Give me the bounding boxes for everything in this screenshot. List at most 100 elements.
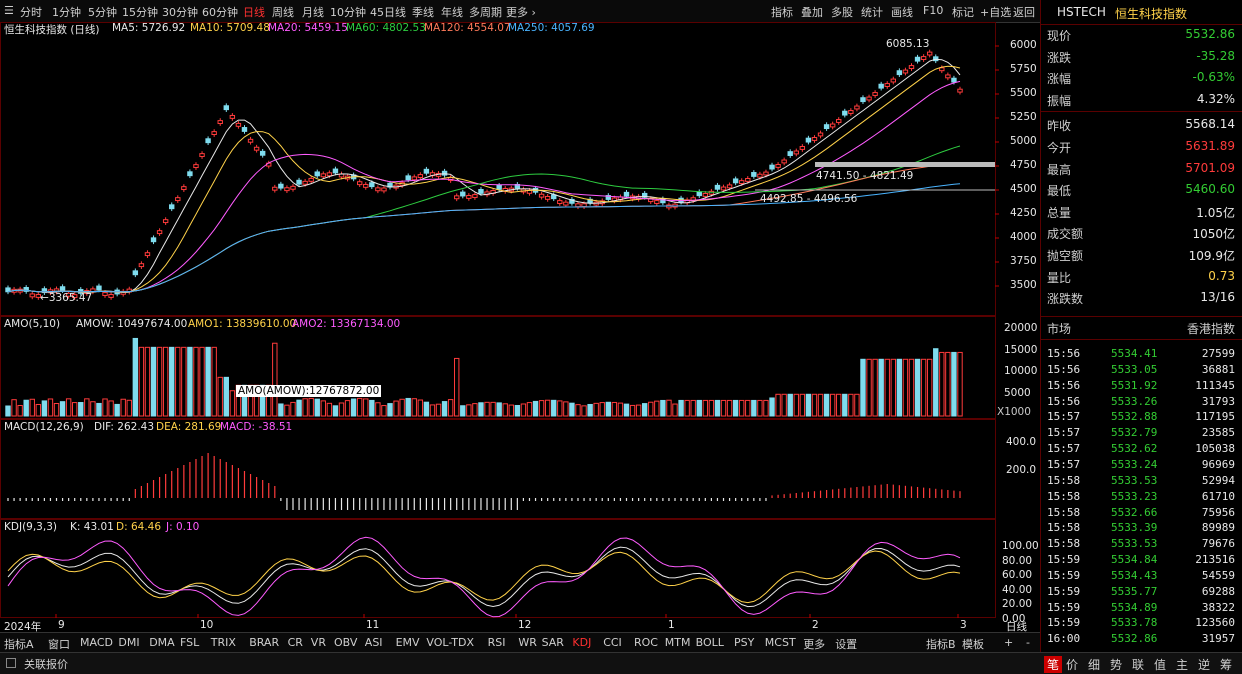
- amo-bar: [702, 399, 709, 417]
- indicator-tab[interactable]: BRAR: [249, 636, 279, 649]
- detail-tab[interactable]: 联: [1132, 656, 1144, 673]
- indicator-tab[interactable]: 更多: [803, 636, 825, 652]
- indicator-tab[interactable]: EMV: [396, 636, 420, 649]
- amo-bar: [53, 403, 60, 417]
- tick-time: 15:59: [1047, 584, 1081, 598]
- candle: [454, 195, 460, 200]
- indicator-tab[interactable]: DMA: [149, 636, 175, 649]
- tab-30min[interactable]: 30分钟: [162, 4, 198, 20]
- candle: [296, 179, 302, 185]
- indicator-button[interactable]: 指标: [771, 4, 793, 20]
- indicator-tab[interactable]: DMI: [118, 636, 139, 649]
- tab-10min[interactable]: 10分钟: [330, 4, 366, 20]
- indicator-tab[interactable]: MTM: [665, 636, 691, 649]
- low-annotation-value: 3365.47: [48, 292, 93, 304]
- indicator-right-tab[interactable]: 模板: [962, 636, 984, 652]
- amo-bar: [508, 404, 514, 417]
- add-watchlist-button[interactable]: +自选: [980, 4, 1011, 20]
- indicator-tab[interactable]: ASI: [365, 636, 383, 649]
- indicator-tab[interactable]: 设置: [835, 636, 857, 652]
- indicator-right-tab[interactable]: 指标B: [926, 636, 956, 652]
- tick-price: 5533.78: [1111, 616, 1158, 630]
- tab-quarterly[interactable]: 季线: [412, 4, 434, 20]
- tab-fenshi[interactable]: 分时: [20, 4, 42, 20]
- f10-button[interactable]: F10: [923, 4, 943, 17]
- detail-tab[interactable]: 筹: [1220, 656, 1232, 673]
- draw-line-button[interactable]: 画线: [891, 4, 913, 20]
- macd-value-label: MACD: -38.51: [220, 421, 293, 433]
- dif-label: DIF: 262.43: [94, 421, 155, 433]
- tab-daily[interactable]: 日线: [243, 4, 265, 20]
- zoom-in-icon[interactable]: +: [1004, 636, 1013, 649]
- tab-monthly[interactable]: 月线: [302, 4, 324, 20]
- quote-row-label: 最高: [1047, 162, 1072, 177]
- amo-bar: [65, 398, 72, 417]
- amo-bar: [781, 393, 787, 417]
- indicator-tab[interactable]: 指标A: [4, 636, 34, 652]
- indicator-tab[interactable]: KDJ: [572, 636, 591, 649]
- amo-bar: [745, 399, 751, 417]
- detail-tab[interactable]: 笔: [1044, 656, 1063, 673]
- amo-bar: [96, 402, 102, 417]
- tab-weekly[interactable]: 周线: [272, 4, 294, 20]
- mark-button[interactable]: 标记: [952, 4, 974, 20]
- indicator-tab[interactable]: CR: [288, 636, 303, 649]
- amo-bar: [150, 346, 157, 417]
- candle: [284, 187, 290, 192]
- detail-tab[interactable]: 值: [1154, 656, 1166, 673]
- indicator-tab[interactable]: BOLL: [696, 636, 724, 649]
- indicator-tab[interactable]: SAR: [542, 636, 564, 649]
- month-label: 10: [200, 619, 214, 631]
- indicator-tab[interactable]: MACD: [80, 636, 113, 649]
- amo-bar: [933, 348, 939, 417]
- indicator-tab[interactable]: PSY: [734, 636, 754, 649]
- indicator-tab[interactable]: TRIX: [211, 636, 236, 649]
- detail-tab[interactable]: 逆: [1198, 656, 1210, 673]
- tab-60min[interactable]: 60分钟: [202, 4, 238, 20]
- menu-icon[interactable]: ☰: [4, 4, 14, 17]
- kline-chart[interactable]: 恒生科技指数 (日线) MA5: 5726.92 MA10: 5709.48 M…: [0, 22, 1040, 633]
- detail-tab[interactable]: 势: [1110, 656, 1122, 673]
- quote-row-label: 今开: [1047, 141, 1072, 155]
- indicator-tab[interactable]: RSI: [488, 636, 506, 649]
- indicator-tab[interactable]: OBV: [334, 636, 357, 649]
- tab-45day[interactable]: 45日线: [370, 4, 406, 20]
- detail-tab[interactable]: 细: [1088, 656, 1100, 673]
- indicator-tab[interactable]: FSL: [180, 636, 199, 649]
- zoom-out-icon[interactable]: -: [1026, 636, 1030, 649]
- detail-tab[interactable]: 主: [1176, 656, 1188, 673]
- tab-multi-period[interactable]: 多周期: [469, 4, 502, 20]
- candle: [890, 78, 896, 83]
- amo-bar: [866, 358, 872, 417]
- candle: [654, 200, 660, 204]
- back-button[interactable]: 返回: [1013, 4, 1035, 20]
- candle: [229, 114, 236, 119]
- indicator-tab[interactable]: VOL-TDX: [426, 636, 474, 649]
- detail-tab[interactable]: 价: [1066, 656, 1078, 673]
- statistics-button[interactable]: 统计: [861, 4, 883, 20]
- checkbox-icon[interactable]: [6, 658, 16, 668]
- tab-more[interactable]: 更多 ›: [506, 4, 536, 20]
- tab-15min[interactable]: 15分钟: [122, 4, 158, 20]
- indicator-tab[interactable]: ROC: [634, 636, 658, 649]
- candle: [866, 96, 872, 101]
- tick-price: 5532.88: [1111, 410, 1158, 424]
- tab-5min[interactable]: 5分钟: [88, 4, 117, 20]
- multi-stock-button[interactable]: 多股: [831, 4, 853, 20]
- amo-bar: [672, 403, 678, 417]
- overlay-button[interactable]: 叠加: [801, 4, 823, 20]
- candle: [193, 164, 199, 169]
- indicator-tab[interactable]: 窗口: [48, 636, 70, 652]
- candle: [714, 184, 721, 190]
- indicator-tab[interactable]: VR: [311, 636, 326, 649]
- tab-1min[interactable]: 1分钟: [52, 4, 81, 20]
- indicator-tab[interactable]: WR: [518, 636, 537, 649]
- tick-volume: 213516: [1195, 553, 1235, 567]
- candle: [623, 191, 630, 197]
- macd-label: MACD(12,26,9): [4, 421, 84, 433]
- ma120-label: MA120: 4554.07: [424, 22, 511, 34]
- amo-bar: [344, 400, 351, 417]
- indicator-tab[interactable]: CCI: [603, 636, 622, 649]
- tab-yearly[interactable]: 年线: [441, 4, 463, 20]
- indicator-tab[interactable]: MCST: [765, 636, 796, 649]
